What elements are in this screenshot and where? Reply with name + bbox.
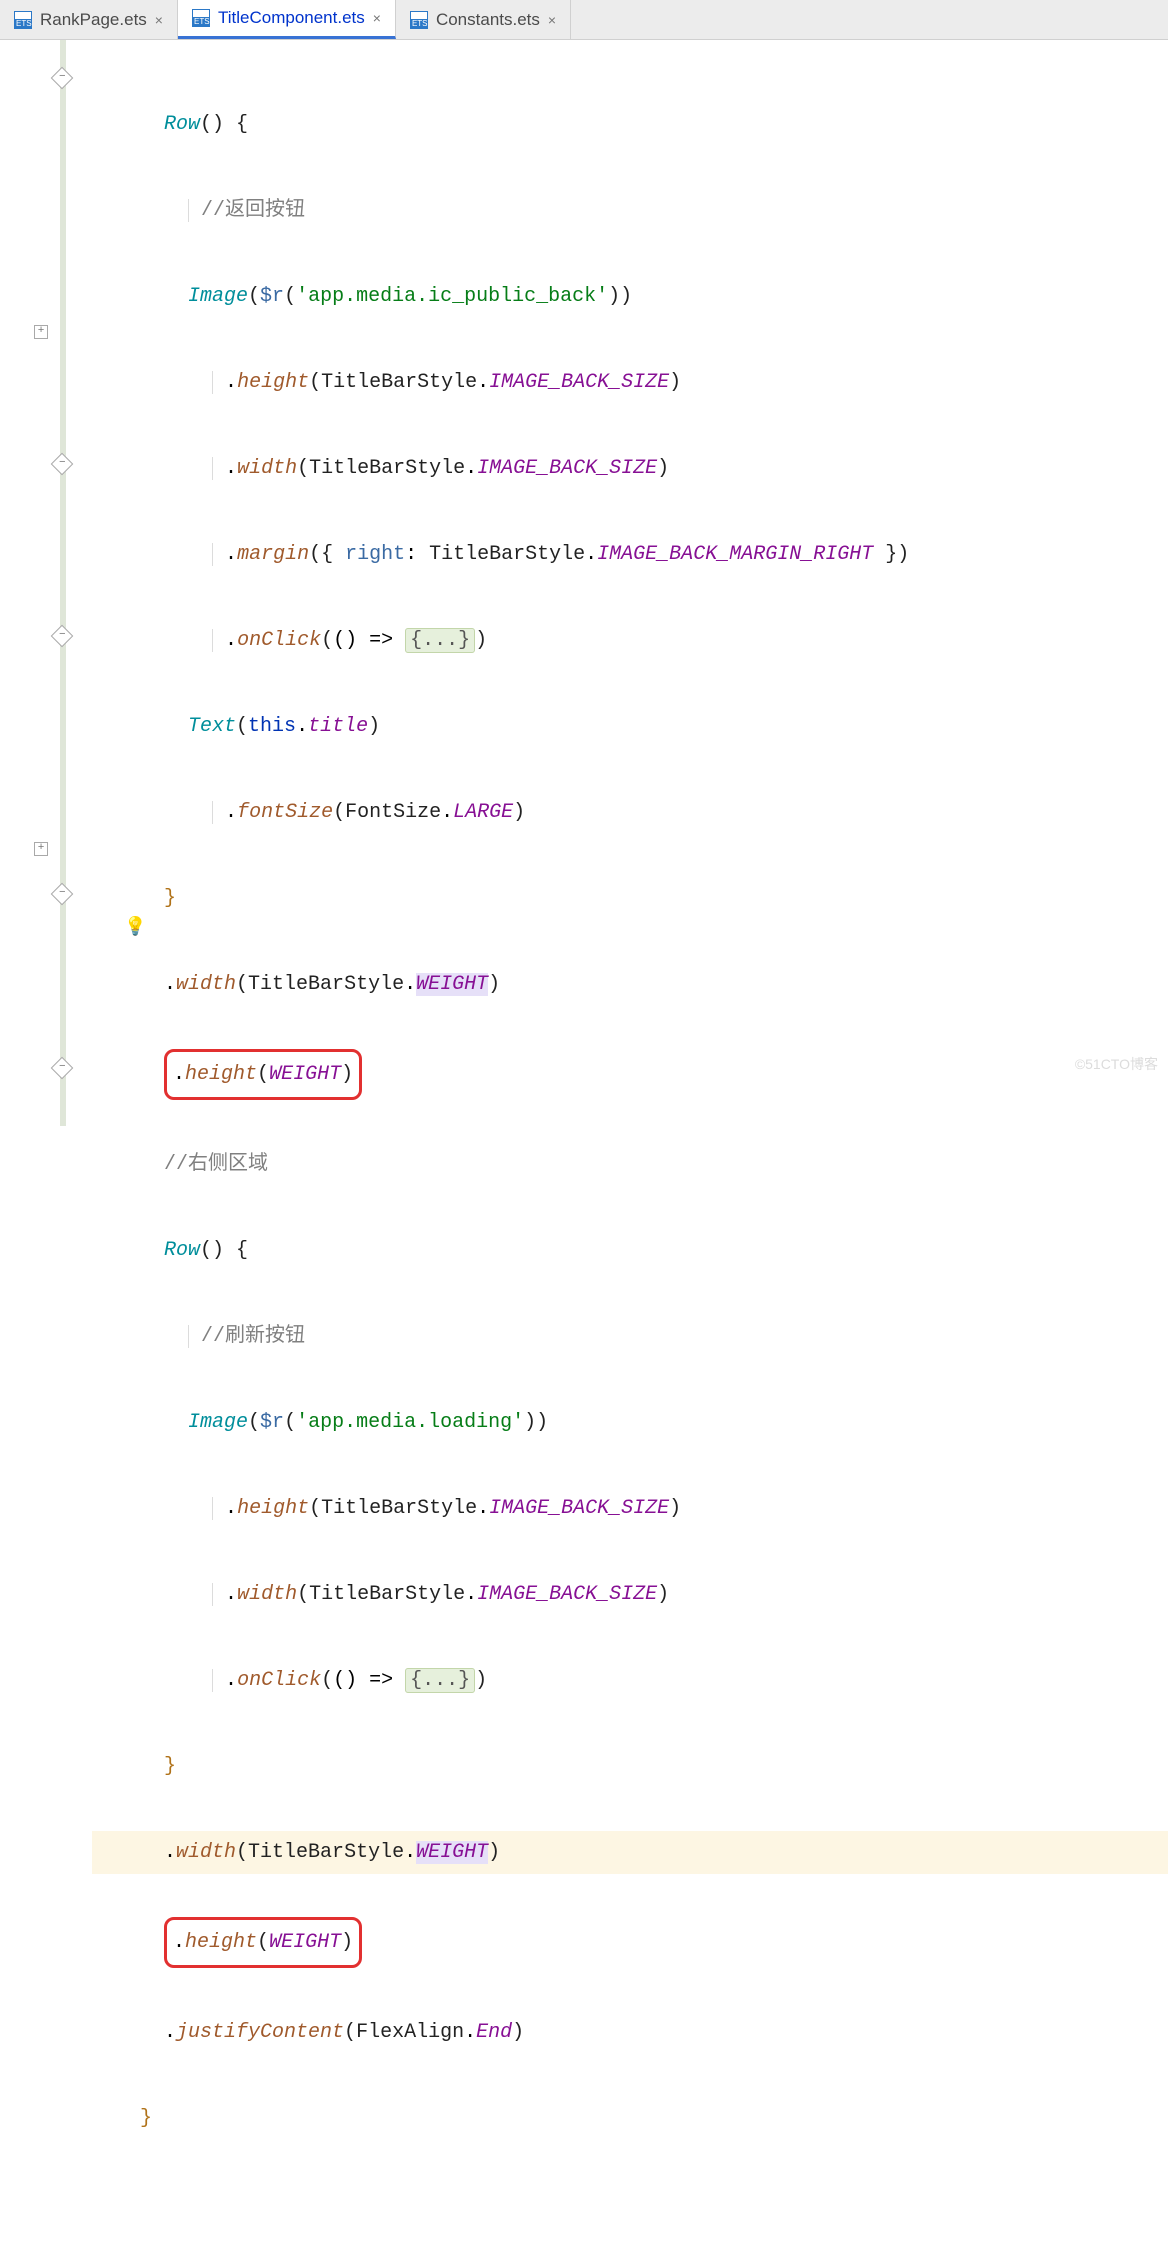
tab-label: Constants.ets: [436, 10, 540, 30]
folded-block[interactable]: {...}: [405, 628, 475, 653]
tab-rankpage[interactable]: ETS RankPage.ets ×: [0, 0, 178, 39]
code-comment: //返回按钮: [201, 199, 305, 222]
fold-marker-icon[interactable]: −: [51, 625, 74, 648]
fold-marker-icon[interactable]: −: [51, 453, 74, 476]
ets-file-icon: ETS: [192, 9, 210, 27]
tab-label: RankPage.ets: [40, 10, 147, 30]
close-icon[interactable]: ×: [155, 12, 163, 28]
folded-block[interactable]: {...}: [405, 1668, 475, 1693]
ets-file-icon: ETS: [410, 11, 428, 29]
editor-gutter: − + − − + − 💡 −: [0, 40, 92, 1126]
tab-constants[interactable]: ETS Constants.ets ×: [396, 0, 571, 39]
token-image: Image: [188, 1411, 248, 1434]
token-image: Image: [188, 285, 248, 308]
highlighted-error-box: .height(WEIGHT): [164, 1917, 362, 1968]
fold-marker-icon[interactable]: −: [51, 1057, 74, 1080]
highlighted-error-box: .height(WEIGHT): [164, 1049, 362, 1100]
code-comment: //右侧区域: [164, 1153, 268, 1176]
code-comment: //刷新按钮: [201, 1325, 305, 1348]
ets-file-icon: ETS: [14, 11, 32, 29]
close-icon[interactable]: ×: [373, 10, 381, 26]
tab-titlecomponent[interactable]: ETS TitleComponent.ets ×: [178, 0, 396, 39]
token-text: Text: [188, 715, 236, 738]
tab-label: TitleComponent.ets: [218, 8, 365, 28]
watermark-text: ©51CTO博客: [1075, 1043, 1158, 1086]
expand-marker-icon[interactable]: +: [34, 325, 48, 339]
token-row: Row: [164, 1239, 200, 1262]
close-icon[interactable]: ×: [548, 12, 556, 28]
editor-tab-bar: ETS RankPage.ets × ETS TitleComponent.et…: [0, 0, 1168, 40]
code-content[interactable]: Row() { //返回按钮 Image($r('app.media.ic_pu…: [92, 40, 1168, 1126]
token-row: Row: [164, 113, 200, 136]
fold-marker-icon[interactable]: −: [51, 67, 74, 90]
fold-marker-icon[interactable]: −: [51, 883, 74, 906]
code-editor: − + − − + − 💡 − Row() { //返回按钮 Image($r(…: [0, 40, 1168, 1126]
expand-marker-icon[interactable]: +: [34, 842, 48, 856]
